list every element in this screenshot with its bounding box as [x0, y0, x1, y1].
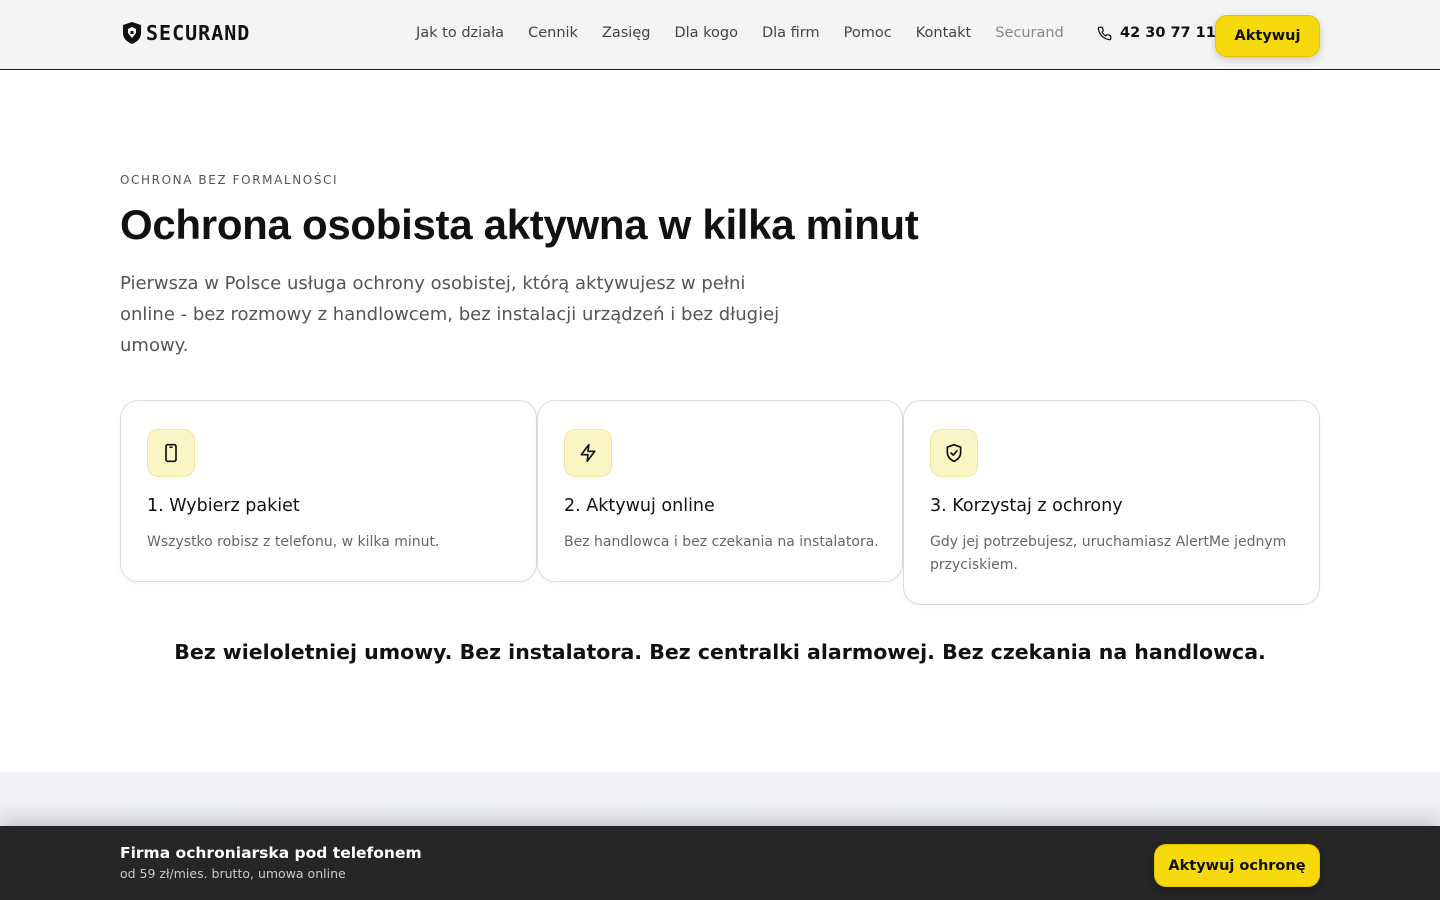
- hero-description: Pierwsza w Polsce usługa ochrony osobist…: [120, 273, 780, 356]
- nav-item-for-whom[interactable]: Dla kogo: [674, 25, 738, 41]
- sticky-bar-title: Firma ochroniarska pod telefonem: [120, 844, 422, 862]
- phone-icon: [1097, 26, 1112, 40]
- step-title: 2. Aktywuj online: [564, 496, 715, 516]
- nav-item-help[interactable]: Pomoc: [844, 25, 892, 41]
- main-nav: Jak to działa Cennik Zasięg Dla kogo Dla…: [416, 22, 1088, 44]
- step-title: 1. Wybierz pakiet: [147, 496, 300, 516]
- benefits-tagline: Bez wieloletniej umowy. Bez instalatora.…: [174, 640, 1266, 664]
- shield-logo-icon: [123, 22, 141, 44]
- step-text: Bez handlowca i bez czekania na instalat…: [564, 534, 879, 550]
- step-card-use-protection: 3. Korzystaj z ochrony Gdy jej potrzebuj…: [903, 400, 1320, 605]
- step-card-choose-package: 1. Wybierz pakiet Wszystko robisz z tele…: [120, 400, 537, 582]
- shield-check-icon: [930, 429, 978, 477]
- nav-item-pricing[interactable]: Cennik: [528, 25, 578, 41]
- sticky-bar-subtitle: od 59 zł/mies. brutto, umowa online: [120, 866, 346, 881]
- phone-number: 42 30 77 112: [1120, 25, 1226, 41]
- activate-protection-button[interactable]: Aktywuj ochronę: [1154, 844, 1320, 887]
- lightning-icon: [564, 429, 612, 477]
- nav-item-coverage[interactable]: Zasięg: [602, 25, 651, 41]
- hero-eyebrow: OCHRONA BEZ FORMALNOŚCI: [120, 173, 339, 187]
- page-title: Ochrona osobista aktywna w kilka minut: [120, 201, 919, 248]
- phone-link[interactable]: 42 30 77 112: [1097, 22, 1226, 44]
- nav-item-securand[interactable]: Securand: [995, 25, 1064, 41]
- nav-item-how-it-works[interactable]: Jak to działa: [416, 25, 504, 41]
- sticky-cta-bar: Firma ochroniarska pod telefonem od 59 z…: [0, 826, 1440, 900]
- nav-item-contact[interactable]: Kontakt: [916, 25, 972, 41]
- step-text: Wszystko robisz z telefonu, w kilka minu…: [147, 534, 440, 550]
- step-card-activate-online: 2. Aktywuj online Bez handlowca i bez cz…: [537, 400, 903, 582]
- smartphone-icon: [147, 429, 195, 477]
- site-header: SECURAND Jak to działa Cennik Zasięg Dla…: [0, 0, 1440, 70]
- activate-button[interactable]: Aktywuj: [1215, 15, 1320, 57]
- step-text: Gdy jej potrzebujesz, uruchamiasz AlertM…: [930, 534, 1287, 573]
- logo-text: SECURAND: [146, 21, 251, 45]
- step-title: 3. Korzystaj z ochrony: [930, 496, 1123, 516]
- logo[interactable]: SECURAND: [121, 21, 250, 45]
- nav-item-business[interactable]: Dla firm: [762, 25, 820, 41]
